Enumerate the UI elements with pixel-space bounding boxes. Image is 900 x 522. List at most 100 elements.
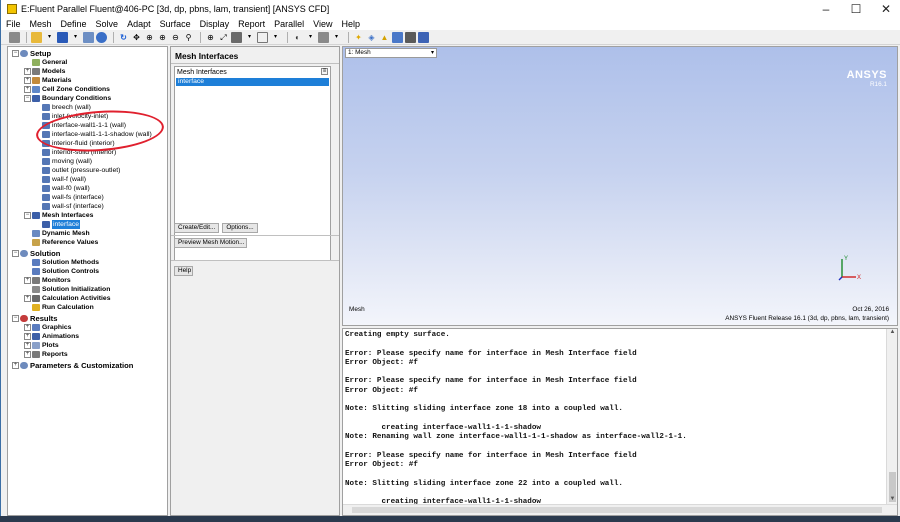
menu-display[interactable]: Display	[195, 18, 234, 30]
expand-icon[interactable]: +	[24, 295, 31, 302]
tree-reference-values[interactable]: Reference Values	[32, 238, 98, 247]
minimize-button[interactable]: –	[811, 0, 841, 18]
tree-results[interactable]: − Results	[12, 314, 57, 323]
tree-boundary-item[interactable]: wall-sf (interface)	[42, 202, 104, 211]
expand-icon[interactable]: +	[24, 351, 31, 358]
help-button[interactable]: Help	[174, 266, 193, 276]
console-output[interactable]: Creating empty surface. Error: Please sp…	[342, 328, 898, 516]
options-button[interactable]: Options...	[222, 223, 258, 233]
scroll-up-icon[interactable]: ▲	[887, 329, 897, 338]
expand-icon[interactable]: +	[24, 277, 31, 284]
tree-solution-methods[interactable]: Solution Methods	[32, 258, 99, 267]
menu-define[interactable]: Define	[56, 18, 91, 30]
close-button[interactable]: ✕	[871, 0, 900, 18]
dropdown-arrow-icon[interactable]: ▾	[44, 32, 55, 43]
zoom-icon[interactable]: ⊕	[144, 32, 155, 43]
graphics-window[interactable]: 1: Mesh ▾ ANSYS R16.1 Y X Mesh Oct 26, 2…	[342, 46, 898, 326]
tree-models[interactable]: + Models	[24, 67, 65, 76]
display-options-icon[interactable]	[318, 31, 329, 43]
expand-icon[interactable]: +	[24, 333, 31, 340]
preview-mesh-motion-button[interactable]: Preview Mesh Motion...	[174, 238, 247, 248]
zoom-out-icon[interactable]: ⊖	[170, 32, 181, 43]
annotate-icon[interactable]	[392, 31, 403, 43]
menu-solve[interactable]: Solve	[91, 18, 123, 30]
tree-plots[interactable]: + Plots	[24, 341, 59, 350]
tree-setup[interactable]: − Setup	[12, 49, 51, 58]
expand-icon[interactable]: +	[24, 342, 31, 349]
tree-mesh-interfaces[interactable]: − Mesh Interfaces	[24, 211, 93, 220]
menu-parallel[interactable]: Parallel	[269, 18, 308, 30]
dropdown-arrow-icon[interactable]: ▾	[331, 32, 342, 43]
dropdown-arrow-icon[interactable]: ▾	[270, 32, 281, 43]
collapse-icon[interactable]: −	[12, 250, 19, 257]
dropdown-arrow-icon[interactable]: ▾	[305, 32, 316, 43]
zoom-to-area-icon[interactable]: ⊕	[205, 32, 216, 43]
tree-run-calculation[interactable]: Run Calculation	[32, 303, 94, 312]
fullscreen-icon[interactable]	[418, 31, 429, 43]
tree-graphics[interactable]: + Graphics	[24, 323, 71, 332]
graphics-window-select[interactable]: 1: Mesh ▾	[345, 48, 437, 58]
pan-icon[interactable]: ✥	[131, 32, 142, 43]
layout-icon[interactable]	[257, 31, 268, 43]
tree-boundary-item[interactable]: wall-f (wall)	[42, 175, 86, 184]
tree-boundary-conditions[interactable]: − Boundary Conditions	[24, 94, 111, 103]
tree-interface-item[interactable]: interface	[42, 220, 81, 229]
collapse-icon[interactable]: −	[24, 212, 31, 219]
probe-icon[interactable]: ⚲	[183, 32, 194, 43]
tree-boundary-item[interactable]: wall-f0 (wall)	[42, 184, 90, 193]
collapse-icon[interactable]: −	[12, 50, 19, 57]
tree-parameters-customization[interactable]: + Parameters & Customization	[12, 361, 133, 370]
menu-adapt[interactable]: Adapt	[122, 18, 155, 30]
expand-icon[interactable]: +	[24, 86, 31, 93]
tree-monitors[interactable]: + Monitors	[24, 276, 71, 285]
warning-icon[interactable]: ▲	[379, 32, 390, 43]
tree-solution-controls[interactable]: Solution Controls	[32, 267, 99, 276]
tree-solution[interactable]: − Solution	[12, 249, 60, 258]
menu-help[interactable]: Help	[337, 18, 365, 30]
open-folder-icon[interactable]	[31, 31, 42, 43]
rotate-icon[interactable]: ↻	[118, 32, 129, 43]
tree-solution-initialization[interactable]: Solution Initialization	[32, 285, 110, 294]
fit-to-window-icon[interactable]: ⤢	[218, 32, 229, 43]
create-edit-button[interactable]: Create/Edit...	[174, 223, 219, 233]
help-icon[interactable]	[96, 31, 107, 43]
print-icon[interactable]	[83, 31, 94, 43]
view-orient-icon[interactable]	[231, 31, 242, 43]
tree-general[interactable]: General	[32, 58, 67, 67]
menu-view[interactable]: View	[308, 18, 336, 30]
tree-reports[interactable]: + Reports	[24, 350, 68, 359]
horizontal-scrollbar[interactable]	[343, 504, 897, 515]
zoom-in-icon[interactable]: ⊕	[157, 32, 168, 43]
tree-boundary-item[interactable]: moving (wall)	[42, 157, 92, 166]
tree-boundary-item[interactable]: breech (wall)	[42, 103, 91, 112]
dropdown-arrow-icon[interactable]: ▾	[244, 32, 255, 43]
tree-boundary-item[interactable]: outlet (pressure-outlet)	[42, 166, 120, 175]
menu-surface[interactable]: Surface	[155, 18, 195, 30]
light-icon[interactable]: ✦	[353, 32, 364, 43]
expand-icon[interactable]: +	[24, 68, 31, 75]
maximize-button[interactable]: ☐	[841, 0, 871, 18]
camera-icon[interactable]: ◐	[292, 32, 303, 43]
scroll-thumb[interactable]	[352, 507, 882, 513]
list-item[interactable]: interface	[176, 78, 329, 86]
tree-animations[interactable]: + Animations	[24, 332, 79, 341]
console-icon[interactable]	[9, 31, 20, 43]
menu-file[interactable]: File	[1, 18, 25, 30]
tree-dynamic-mesh[interactable]: Dynamic Mesh	[32, 229, 90, 238]
vertical-scrollbar[interactable]: ▲ ▼	[886, 329, 897, 505]
tree-calculation-activities[interactable]: + Calculation Activities	[24, 294, 111, 303]
mesh-display-icon[interactable]	[405, 31, 416, 43]
expand-icon[interactable]: +	[24, 77, 31, 84]
tree-cell-zone-conditions[interactable]: + Cell Zone Conditions	[24, 85, 110, 94]
collapse-icon[interactable]: −	[12, 315, 19, 322]
menu-mesh[interactable]: Mesh	[25, 18, 56, 30]
scene-icon[interactable]: ◈	[366, 32, 377, 43]
tree-materials[interactable]: + Materials	[24, 76, 71, 85]
expand-icon[interactable]: +	[12, 362, 19, 369]
expand-icon[interactable]: +	[24, 324, 31, 331]
save-icon[interactable]	[57, 31, 68, 43]
dropdown-arrow-icon[interactable]: ▾	[70, 32, 81, 43]
menu-report[interactable]: Report	[233, 18, 269, 30]
collapse-icon[interactable]: −	[24, 95, 31, 102]
list-menu-icon[interactable]: ≡	[321, 68, 328, 75]
